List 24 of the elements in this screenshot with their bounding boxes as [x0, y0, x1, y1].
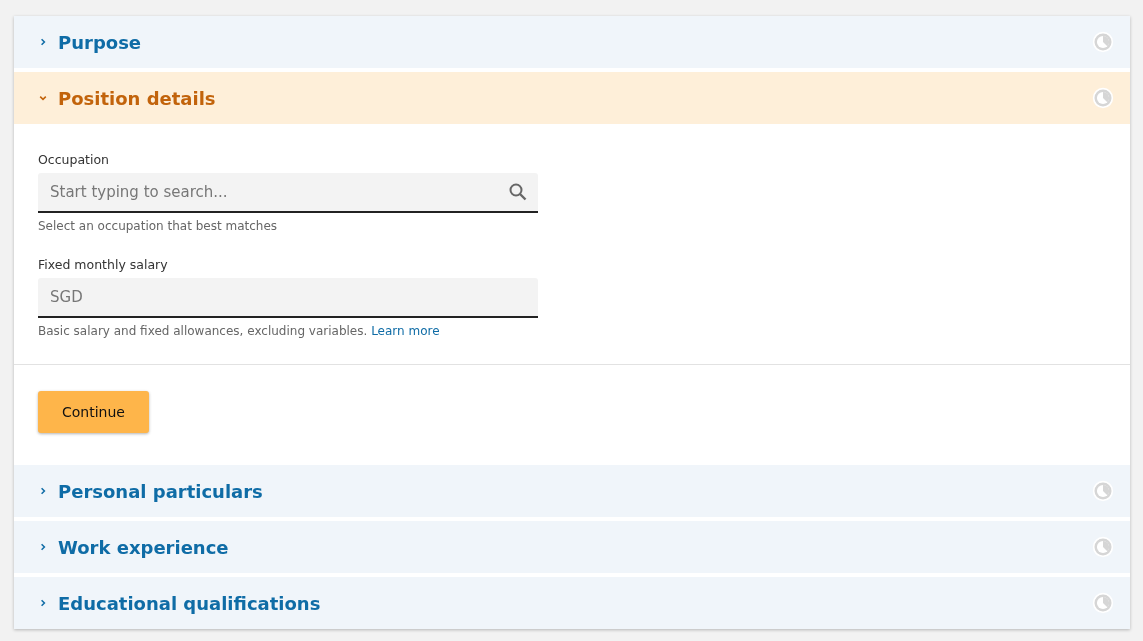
section-title: Personal particulars: [58, 480, 264, 502]
section-header[interactable]: Purpose: [14, 16, 1130, 68]
section-header[interactable]: Work experience: [14, 521, 1130, 573]
progress-pie-icon: [1092, 536, 1114, 558]
input-field[interactable]: SGD: [38, 278, 538, 318]
section-title: Educational qualifications: [58, 592, 322, 614]
section-title: Purpose: [58, 31, 143, 53]
help-text: Basic salary and fixed allowances, excluding variables. Learn more: [38, 324, 441, 338]
continue-button[interactable]: Continue: [38, 391, 149, 433]
section-header[interactable]: Position details: [14, 72, 1130, 124]
search-icon: [508, 182, 528, 202]
progress-pie-icon: [1092, 480, 1114, 502]
progress-pie-icon: [1092, 592, 1114, 614]
progress-pie-icon: [1092, 31, 1114, 53]
section-header[interactable]: Personal particulars: [14, 465, 1130, 517]
section-header[interactable]: Educational qualifications: [14, 577, 1130, 629]
search-field[interactable]: Start typing to search...: [38, 173, 538, 213]
field-label: Occupation: [38, 152, 111, 167]
learn-more-link[interactable]: Learn more: [371, 324, 440, 338]
progress-pie-icon: [1092, 87, 1114, 109]
section-title: Work experience: [58, 536, 230, 558]
section-title: Position details: [58, 87, 217, 109]
help-text: Select an occupation that best matches: [38, 219, 279, 233]
field-label: Fixed monthly salary: [38, 257, 169, 272]
